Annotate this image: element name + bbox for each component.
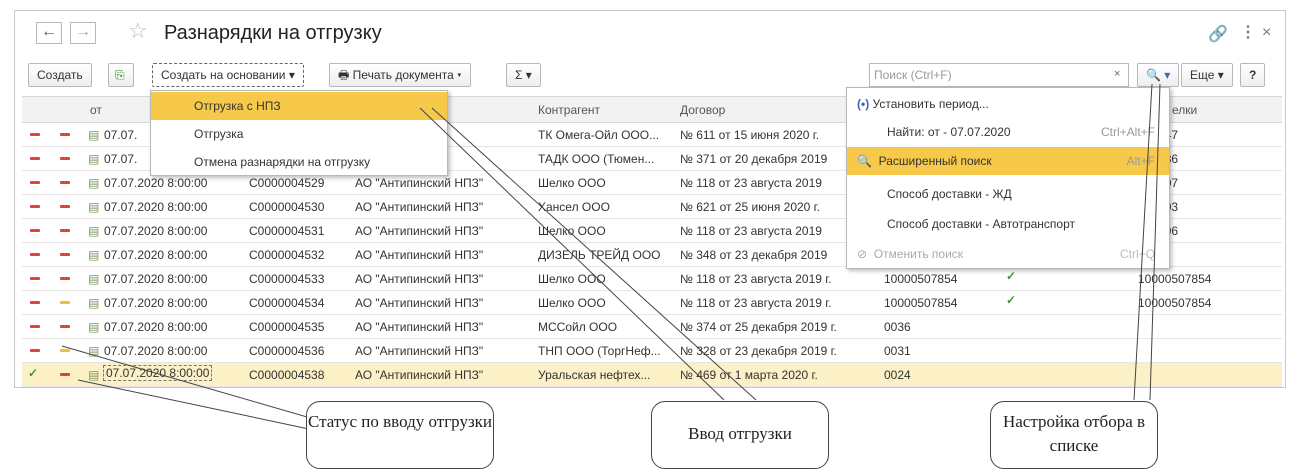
pointer-filter-b <box>1149 83 1161 401</box>
callout-input: Ввод отгрузки <box>651 401 829 469</box>
pointer-filter-a <box>1133 83 1153 401</box>
callout-status: Статус по вводу отгрузки <box>306 401 494 469</box>
pointer-input-a <box>419 107 725 401</box>
pointer-input-b <box>431 107 757 401</box>
callout-filter: Настройка отбора в списке <box>990 401 1158 469</box>
